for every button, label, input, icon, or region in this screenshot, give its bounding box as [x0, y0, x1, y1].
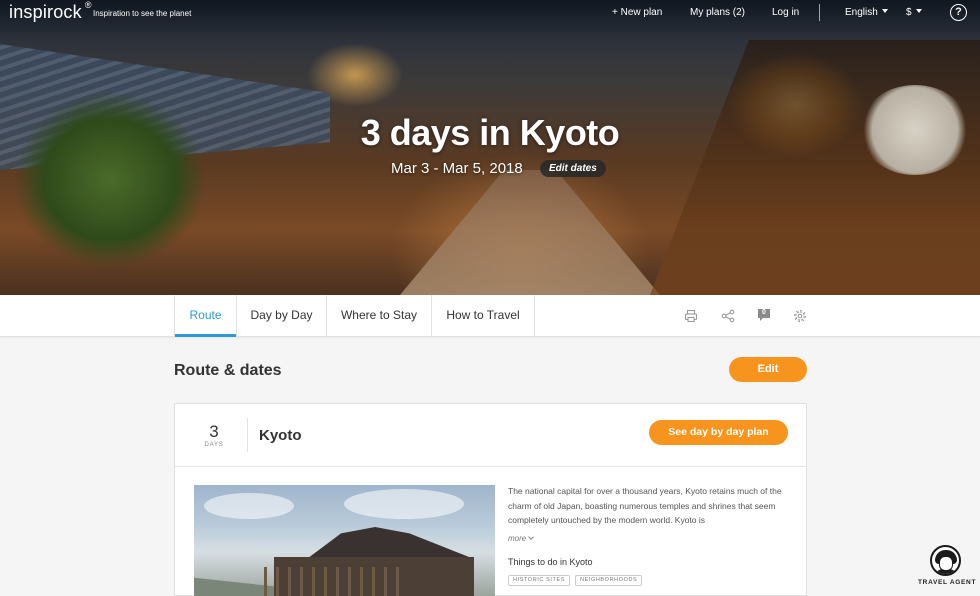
tag-neighborhoods[interactable]: NEIGHBORHOODS — [575, 575, 643, 586]
travel-agent-label[interactable]: TRAVEL AGENT — [918, 579, 976, 586]
logo[interactable]: inspirock ® — [9, 0, 92, 23]
share-icon[interactable] — [721, 309, 735, 323]
new-plan-link[interactable]: + New plan — [612, 7, 662, 18]
currency-select[interactable]: $ — [906, 7, 922, 18]
destination-description: The national capital for over a thousand… — [508, 486, 782, 525]
more-link[interactable]: more — [508, 534, 535, 543]
see-day-by-day-button[interactable]: See day by day plan — [649, 420, 788, 445]
my-plans-link[interactable]: My plans (2) — [690, 7, 745, 18]
trip-dates: Mar 3 - Mar 5, 2018 — [391, 160, 523, 177]
chevron-down-icon — [881, 9, 888, 13]
temple-image — [306, 527, 474, 559]
things-to-do-title: Things to do in Kyoto — [508, 557, 593, 567]
comment-icon[interactable]: 0 — [757, 308, 771, 323]
travel-agent-avatar-icon[interactable] — [930, 545, 961, 576]
gear-icon[interactable] — [793, 309, 807, 323]
chevron-down-icon — [915, 9, 922, 13]
tag-historic-sites[interactable]: HISTORIC SITES — [508, 575, 570, 586]
language-select[interactable]: English — [845, 7, 888, 18]
nav-divider — [819, 4, 820, 21]
comment-count: 0 — [762, 309, 766, 316]
printer-icon[interactable] — [684, 309, 698, 323]
top-nav: inspirock ® Inspiration to see the planet… — [0, 0, 980, 26]
destination-photo[interactable] — [194, 485, 495, 596]
tab-bar: Route Day by Day Where to Stay How to Tr… — [0, 295, 980, 337]
tab-how-to-travel[interactable]: How to Travel — [432, 295, 535, 336]
days-label: DAYS — [204, 442, 224, 448]
tagline: Inspiration to see the planet — [93, 9, 192, 18]
hero-trees — [0, 60, 270, 295]
chevron-down-icon — [528, 534, 535, 540]
destination-header: 3 DAYS Kyoto See day by day plan — [175, 404, 806, 467]
city-name[interactable]: Kyoto — [259, 427, 302, 444]
help-icon[interactable]: ? — [950, 4, 967, 21]
hero-street — [400, 170, 660, 295]
destination-card: 3 DAYS Kyoto See day by day plan The nat… — [174, 403, 807, 596]
edit-dates-button[interactable]: Edit dates — [540, 160, 606, 177]
edit-route-button[interactable]: Edit — [729, 357, 807, 382]
tab-day-by-day[interactable]: Day by Day — [237, 295, 327, 336]
tab-where-to-stay[interactable]: Where to Stay — [327, 295, 432, 336]
days-count: 3 — [209, 422, 219, 441]
tab-route[interactable]: Route — [174, 295, 237, 337]
login-link[interactable]: Log in — [772, 7, 799, 18]
section-title: Route & dates — [174, 362, 282, 379]
trip-title: 3 days in Kyoto — [360, 112, 620, 153]
